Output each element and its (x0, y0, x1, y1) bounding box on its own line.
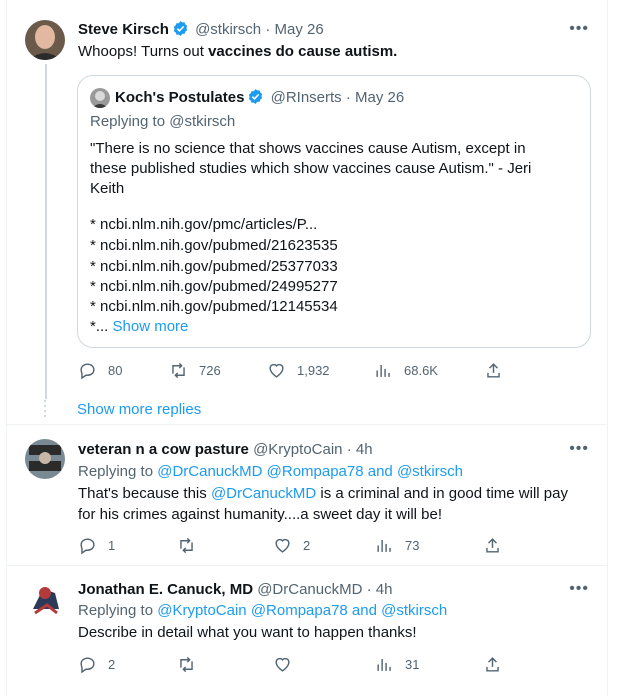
verified-badge-icon (249, 89, 263, 104)
reply-text: for his crimes against humanity....a swe… (78, 506, 443, 523)
reply-button[interactable]: 80 (78, 361, 122, 380)
quote-line: * ncbi.nlm.nih.gov/pmc/articles/P... (90, 216, 318, 233)
quote-display-name[interactable]: Koch's Postulates (115, 89, 244, 106)
retweet-icon (180, 656, 193, 673)
reply-tweet[interactable]: Jonathan E. Canuck, MD @DrCanuckMD · 4h … (0, 566, 617, 696)
quote-avatar (90, 88, 110, 108)
quote-line: * ncbi.nlm.nih.gov/pubmed/12145534 (90, 298, 338, 315)
quoted-tweet[interactable]: Koch's Postulates @RInserts · May 26 Rep… (77, 75, 591, 348)
share-button[interactable] (484, 361, 503, 380)
quote-line: * ncbi.nlm.nih.gov/pubmed/25377033 (90, 258, 338, 275)
like-button[interactable]: 2 (273, 536, 310, 555)
reply-icon (80, 657, 95, 674)
like-button[interactable]: 1,932 (267, 361, 330, 380)
show-more-link[interactable]: Show more (113, 318, 189, 335)
retweet-count: 726 (199, 363, 221, 378)
reply-text: is a criminal and in good time will pay (320, 485, 568, 502)
reply-count: 80 (108, 363, 123, 378)
views-icon (376, 364, 390, 377)
reply-text: That's because this (78, 485, 211, 502)
tweet-actions: 80 726 1,932 68.6K (78, 361, 508, 381)
retweet-button[interactable] (177, 655, 207, 674)
like-count: 2 (303, 538, 311, 553)
reply-text: Describe in detail what you want to happ… (78, 624, 417, 641)
like-count: 1,932 (297, 363, 330, 378)
thread-line (45, 64, 47, 399)
replying-to-users[interactable]: @DrCanuckMD @Rompapa78 and @stkirsch (157, 463, 463, 480)
reply-icon (80, 538, 95, 555)
main-tweet[interactable]: Steve Kirsch @stkirsch · May 26 ••• Whoo… (0, 0, 617, 399)
views-icon (377, 539, 391, 552)
retweet-icon (180, 537, 193, 554)
reply-tweet[interactable]: veteran n a cow pasture @KryptoCain · 4h… (0, 425, 617, 565)
views-button[interactable]: 68.6K (374, 361, 438, 380)
display-name[interactable]: veteran n a cow pasture (78, 441, 249, 458)
show-more-replies-link[interactable]: Show more replies (77, 400, 201, 420)
mention-link[interactable]: @DrCanuckMD (211, 485, 316, 502)
timestamp[interactable]: · 4h (347, 441, 373, 458)
quote-line: * ncbi.nlm.nih.gov/pubmed/24995277 (90, 278, 338, 295)
retweet-icon (172, 362, 185, 379)
quote-line: * ncbi.nlm.nih.gov/pubmed/21623535 (90, 237, 338, 254)
heart-icon (275, 538, 290, 553)
retweet-button[interactable] (177, 536, 207, 555)
tweet-text-bold: vaccines do cause autism. (208, 43, 398, 60)
handle[interactable]: @DrCanuckMD (257, 581, 362, 598)
view-count: 31 (405, 657, 420, 672)
reply-icon (80, 363, 95, 380)
tweet-text-plain: Whoops! Turns out (78, 43, 209, 60)
views-icon (377, 658, 391, 671)
view-count: 68.6K (404, 363, 438, 378)
reply-count: 2 (108, 657, 116, 672)
share-button[interactable] (483, 536, 502, 555)
share-icon (487, 363, 500, 378)
tweet-text: Whoops! Turns out vaccines do cause auti… (78, 42, 397, 62)
timestamp[interactable]: · May 26 (265, 21, 323, 38)
timestamp[interactable]: · 4h (367, 581, 393, 598)
more-options-icon[interactable]: ••• (569, 580, 589, 598)
quote-line: these published studies which show vacci… (90, 160, 532, 177)
heart-icon (275, 657, 290, 672)
quote-line: "There is no science that shows vaccines… (90, 140, 526, 157)
replying-to-label: Replying to (78, 602, 158, 619)
quote-timestamp: · May 26 (345, 89, 405, 106)
share-icon (486, 538, 499, 553)
views-button[interactable]: 73 (375, 536, 419, 555)
replying-to-label: Replying to (78, 463, 158, 480)
quote-line: Keith (90, 180, 125, 197)
verified-badge-icon (173, 21, 188, 36)
handle[interactable]: @stkirsch (195, 21, 261, 38)
avatar[interactable] (25, 439, 65, 479)
thread-dots (44, 400, 46, 420)
views-button[interactable]: 31 (375, 655, 419, 674)
reply-button[interactable]: 1 (78, 536, 115, 555)
more-options-icon[interactable]: ••• (569, 20, 589, 38)
reply-count: 1 (108, 538, 116, 553)
tweet-actions: 1 2 73 (78, 536, 508, 556)
share-button[interactable] (483, 655, 502, 674)
display-name[interactable]: Steve Kirsch (78, 21, 169, 38)
tweet-actions: 2 31 (78, 655, 508, 675)
handle[interactable]: @KryptoCain (253, 441, 342, 458)
display-name[interactable]: Jonathan E. Canuck, MD (78, 581, 253, 598)
reply-button[interactable]: 2 (78, 655, 115, 674)
retweet-button[interactable]: 726 (169, 361, 221, 380)
view-count: 73 (405, 538, 420, 553)
quote-line: *... (90, 318, 109, 335)
avatar[interactable] (25, 20, 65, 60)
quote-replying-to: Replying to @stkirsch (90, 113, 236, 130)
replying-to-users[interactable]: @KryptoCain @Rompapa78 and @stkirsch (157, 602, 447, 619)
avatar[interactable] (25, 579, 65, 619)
heart-icon (269, 363, 284, 378)
like-button[interactable] (273, 655, 303, 674)
share-icon (486, 657, 499, 672)
quote-handle: @RInserts (270, 89, 342, 106)
more-options-icon[interactable]: ••• (569, 440, 589, 458)
